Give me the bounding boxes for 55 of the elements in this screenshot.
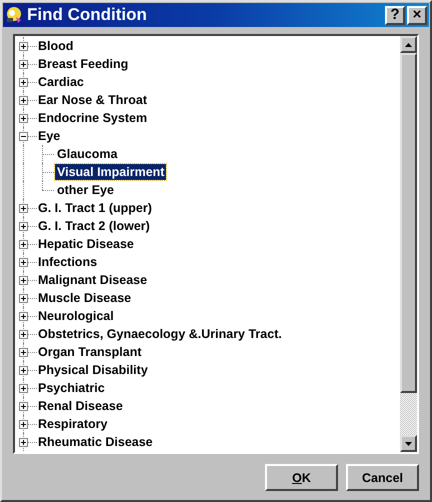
tree-item[interactable]: Respiratory bbox=[36, 416, 110, 432]
help-button[interactable]: ? bbox=[385, 6, 405, 24]
tree-item[interactable]: Hepatic Disease bbox=[36, 236, 136, 252]
expand-icon[interactable] bbox=[19, 276, 28, 284]
tree-item[interactable]: Muscle Disease bbox=[36, 290, 134, 306]
collapse-icon[interactable] bbox=[19, 132, 28, 140]
tree-item[interactable]: Organ Transplant bbox=[36, 344, 144, 360]
expand-icon[interactable] bbox=[19, 366, 28, 374]
up-triangle-icon bbox=[405, 42, 412, 46]
expand-icon[interactable] bbox=[19, 384, 28, 392]
tree-item[interactable]: Glaucoma bbox=[55, 146, 120, 162]
cancel-button[interactable]: Cancel bbox=[346, 464, 419, 491]
scrollbar[interactable] bbox=[400, 36, 417, 452]
tree-item[interactable]: Renal Disease bbox=[36, 398, 125, 414]
expand-icon[interactable] bbox=[19, 240, 28, 248]
tree-item[interactable]: Blood bbox=[36, 38, 76, 54]
cartoon-figure-icon bbox=[5, 6, 23, 24]
tree-item[interactable]: Infections bbox=[36, 254, 100, 270]
expand-icon[interactable] bbox=[19, 96, 28, 104]
ok-button[interactable]: OK bbox=[265, 464, 338, 491]
tree-item[interactable]: Rheumatic Disease bbox=[36, 434, 155, 450]
expand-icon[interactable] bbox=[19, 60, 28, 68]
expand-icon[interactable] bbox=[19, 420, 28, 428]
tree-item[interactable]: Malignant Disease bbox=[36, 272, 150, 288]
expand-icon[interactable] bbox=[19, 222, 28, 230]
expand-icon[interactable] bbox=[19, 78, 28, 86]
tree-item[interactable]: Physical Disability bbox=[36, 362, 150, 378]
down-triangle-icon bbox=[405, 442, 412, 446]
expand-icon[interactable] bbox=[19, 348, 28, 356]
expand-icon[interactable] bbox=[19, 294, 28, 302]
scroll-down-button[interactable] bbox=[400, 435, 417, 452]
tree-item[interactable]: Neurological bbox=[36, 308, 116, 324]
tree-item[interactable]: Breast Feeding bbox=[36, 56, 130, 72]
window-title: Find Condition bbox=[27, 5, 148, 25]
expand-icon[interactable] bbox=[19, 258, 28, 266]
close-button[interactable]: × bbox=[407, 6, 427, 24]
tree-item[interactable]: Visual Impairment bbox=[55, 164, 166, 180]
expand-icon[interactable] bbox=[19, 330, 28, 338]
expand-icon[interactable] bbox=[19, 312, 28, 320]
scroll-thumb[interactable] bbox=[400, 53, 417, 393]
expand-icon[interactable] bbox=[19, 42, 28, 50]
tree-item[interactable]: Obstetrics, Gynaecology &.Urinary Tract. bbox=[36, 326, 284, 342]
expand-icon[interactable] bbox=[19, 402, 28, 410]
tree-item[interactable]: Ear Nose & Throat bbox=[36, 92, 150, 108]
tree-item[interactable]: Endocrine System bbox=[36, 110, 150, 126]
tree-item[interactable]: Psychiatric bbox=[36, 380, 107, 396]
tree-item[interactable]: Cardiac bbox=[36, 74, 86, 90]
expand-icon[interactable] bbox=[19, 114, 28, 122]
scroll-up-button[interactable] bbox=[400, 36, 417, 53]
tree-item[interactable]: other Eye bbox=[55, 182, 116, 198]
tree-item[interactable]: G. I. Tract 2 (lower) bbox=[36, 218, 152, 234]
tree-item[interactable]: G. I. Tract 1 (upper) bbox=[36, 200, 154, 216]
expand-icon[interactable] bbox=[19, 204, 28, 212]
expand-icon[interactable] bbox=[19, 438, 28, 446]
tree-item[interactable]: Eye bbox=[36, 128, 62, 144]
